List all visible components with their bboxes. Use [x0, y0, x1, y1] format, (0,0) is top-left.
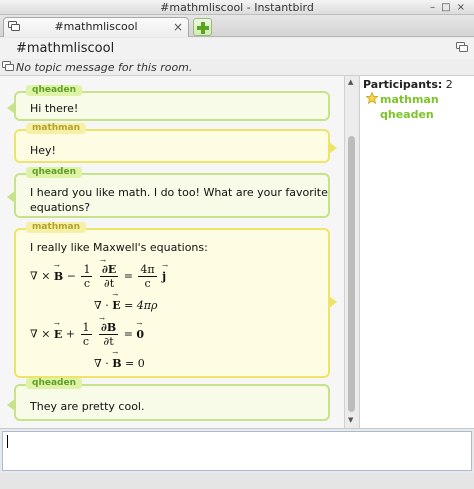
tab-close-icon[interactable]: ×	[173, 18, 183, 36]
room-header: #mathmliscool	[0, 38, 474, 59]
message-input[interactable]	[2, 431, 472, 471]
equation-curl-e: ∇ × E + 1c ∂B∂t = 0	[30, 313, 144, 348]
message-nick[interactable]: mathman	[26, 222, 87, 233]
participant-name: qheaden	[380, 108, 434, 121]
topic-bar: No topic message for this room.	[0, 59, 474, 76]
scroll-up-icon[interactable]: ▲	[348, 78, 353, 86]
star-icon	[366, 92, 378, 104]
maximize-icon[interactable]: □	[441, 2, 456, 13]
scroll-down-icon[interactable]: ▼	[348, 416, 353, 424]
message-text: Hey!	[30, 144, 56, 157]
participant-name: mathman	[380, 93, 439, 106]
conversation-icon[interactable]	[456, 42, 468, 53]
chat-scrollbar[interactable]: ▲ ▼	[344, 76, 358, 428]
tab-bar: #mathmliscool ×	[0, 15, 474, 37]
message-nick[interactable]: qheaden	[26, 85, 82, 96]
room-name: #mathmliscool	[16, 41, 115, 56]
participants-count: 2	[445, 78, 453, 91]
message-bubble: qheaden I heard you like math. I do too!…	[7, 167, 330, 218]
message-text: I really like Maxwell's equations:	[30, 241, 208, 254]
chat-pane[interactable]: qheaden Hi there! mathman Hey! qheaden I…	[0, 76, 344, 428]
window-titlebar: #mathmliscool - Instantbird –□×	[0, 0, 474, 15]
window-title: #mathmliscool - Instantbird	[160, 1, 314, 14]
equation-div-b: ∇ · B = 0	[94, 357, 145, 370]
tab-mathmliscool[interactable]: #mathmliscool ×	[3, 17, 189, 37]
message-bubble: mathman Hey!	[14, 123, 337, 163]
text-caret	[7, 435, 8, 448]
tab-label: #mathmliscool	[54, 20, 138, 33]
message-text: I heard you like math. I do too! What ar…	[30, 186, 328, 214]
scroll-thumb[interactable]	[348, 136, 355, 412]
window-bottom	[0, 473, 474, 489]
window-controls: –□×	[430, 0, 471, 15]
message-text: Hi there!	[30, 102, 79, 115]
close-icon[interactable]: ×	[457, 2, 471, 13]
input-splitter[interactable]	[0, 428, 474, 429]
topic-icon	[2, 61, 14, 71]
equation-curl-b: ∇ × B − 1c ∂E∂t = 4πc j	[30, 255, 166, 290]
participants-header: Participants: 2	[363, 78, 453, 91]
new-tab-button[interactable]	[193, 18, 212, 36]
message-nick[interactable]: qheaden	[26, 378, 82, 389]
minimize-icon[interactable]: –	[430, 2, 441, 13]
message-bubble: mathman I really like Maxwell's equation…	[14, 222, 337, 378]
message-text: They are pretty cool.	[30, 400, 145, 413]
room-topic[interactable]: No topic message for this room.	[16, 61, 192, 74]
participants-pane: Participants: 2 mathman qheaden	[359, 76, 474, 428]
plus-icon	[197, 22, 209, 34]
message-nick[interactable]: qheaden	[26, 167, 82, 178]
message-bubble: qheaden They are pretty cool.	[7, 378, 330, 421]
message-bubble: qheaden Hi there!	[7, 85, 330, 121]
chat-icon	[8, 21, 20, 31]
equation-div-e: ∇ · E = 4πρ	[94, 299, 158, 312]
message-nick[interactable]: mathman	[26, 123, 87, 134]
